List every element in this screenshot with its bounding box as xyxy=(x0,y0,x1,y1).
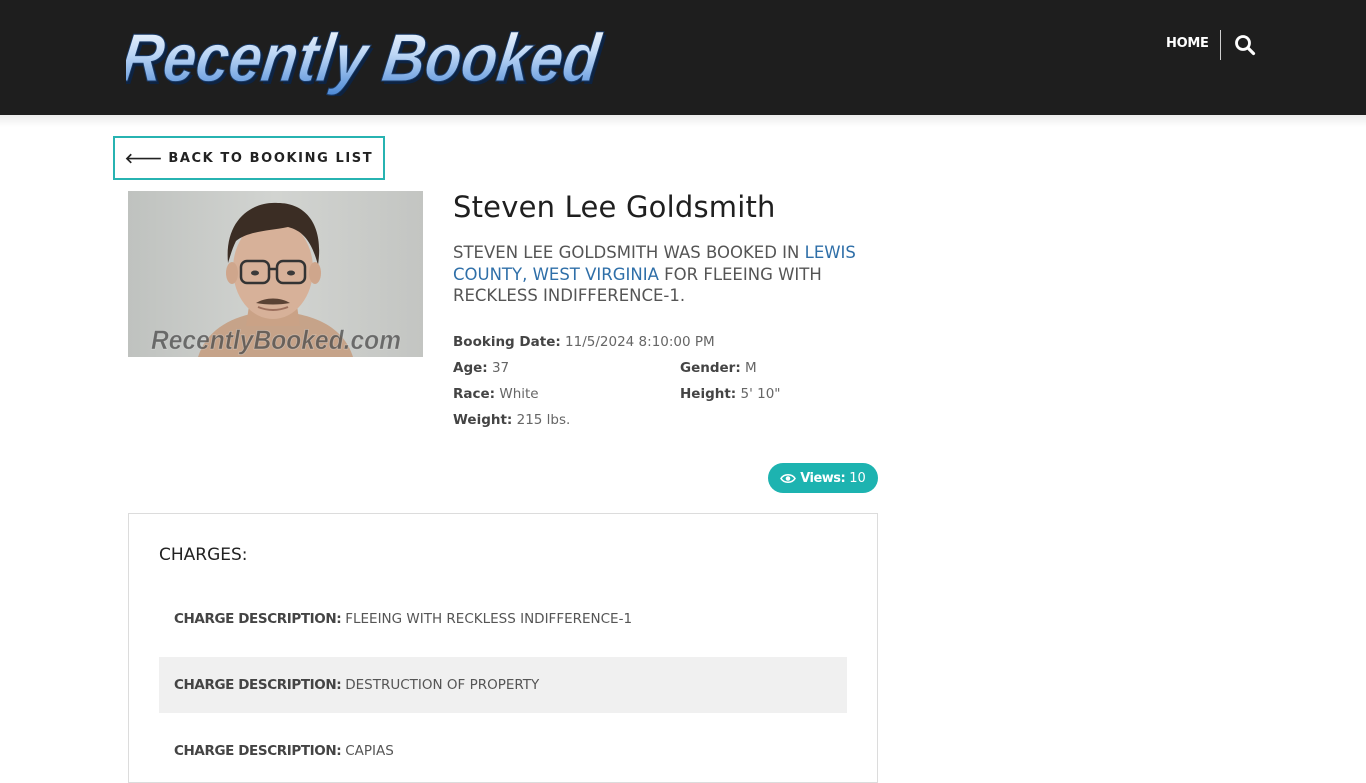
gender-value: M xyxy=(745,360,757,376)
weight-label: Weight: xyxy=(453,412,513,428)
charge-value: DESTRUCTION OF PROPERTY xyxy=(345,677,540,693)
gender-row: Gender: M xyxy=(680,360,757,376)
race-label: Race: xyxy=(453,386,496,402)
height-row: Height: 5' 10" xyxy=(680,386,781,402)
person-name: Steven Lee Goldsmith xyxy=(453,190,776,224)
race-value: White xyxy=(499,386,539,402)
search-icon[interactable] xyxy=(1234,34,1256,56)
charge-row: CHARGE DESCRIPTION: DESTRUCTION OF PROPE… xyxy=(159,657,847,713)
site-header: Recently Booked Recently Booked HOME xyxy=(0,0,1366,115)
charges-title: CHARGES: xyxy=(159,545,248,565)
views-count: 10 xyxy=(849,470,866,486)
charge-row: CHARGE DESCRIPTION: FLEEING WITH RECKLES… xyxy=(159,591,847,647)
weight-row: Weight: 215 lbs. xyxy=(453,412,570,428)
booking-summary: Steven Lee Goldsmith was booked in Lewis… xyxy=(453,242,873,307)
summary-prefix: Steven Lee Goldsmith was booked in xyxy=(453,243,800,262)
charge-label: CHARGE DESCRIPTION: xyxy=(174,677,342,693)
charge-row: CHARGE DESCRIPTION: CAPIAS xyxy=(159,723,847,779)
svg-text:RecentlyBooked.com: RecentlyBooked.com xyxy=(151,325,401,355)
age-label: Age: xyxy=(453,360,488,376)
age-value: 37 xyxy=(491,360,510,376)
back-button-label: BACK TO BOOKING LIST xyxy=(168,150,374,166)
site-logo[interactable]: Recently Booked Recently Booked xyxy=(126,18,616,96)
charge-label: CHARGE DESCRIPTION: xyxy=(174,611,342,627)
height-label: Height: xyxy=(680,386,737,402)
nav-divider xyxy=(1220,30,1221,60)
race-row: Race: White xyxy=(453,386,539,402)
arrow-left-icon: 🡐 xyxy=(124,150,163,167)
charges-panel: CHARGES: CHARGE DESCRIPTION: FLEEING WIT… xyxy=(128,513,878,783)
views-label: Views: xyxy=(800,470,846,486)
charge-value: CAPIAS xyxy=(345,743,394,759)
mugshot-photo: RecentlyBooked.com xyxy=(128,191,423,357)
back-to-booking-list-button[interactable]: 🡐 BACK TO BOOKING LIST xyxy=(113,136,385,180)
logo-graphic: Recently Booked Recently Booked xyxy=(126,20,608,96)
eye-icon xyxy=(780,473,797,484)
weight-value: 215 lbs. xyxy=(516,412,571,428)
booking-date-row: Booking Date: 11/5/2024 8:10:00 PM xyxy=(453,334,715,350)
booking-date-label: Booking Date: xyxy=(453,334,561,350)
height-value: 5' 10" xyxy=(740,386,781,402)
booking-date-value: 11/5/2024 8:10:00 PM xyxy=(565,334,715,350)
nav-home-link[interactable]: HOME xyxy=(1166,36,1209,51)
gender-label: Gender: xyxy=(680,360,741,376)
views-badge: Views: 10 xyxy=(768,463,878,493)
age-row: Age: 37 xyxy=(453,360,509,376)
charge-value: FLEEING WITH RECKLESS INDIFFERENCE-1 xyxy=(345,611,633,627)
svg-text:Recently Booked: Recently Booked xyxy=(126,20,606,96)
charge-label: CHARGE DESCRIPTION: xyxy=(174,743,342,759)
header-shadow xyxy=(0,115,1366,127)
